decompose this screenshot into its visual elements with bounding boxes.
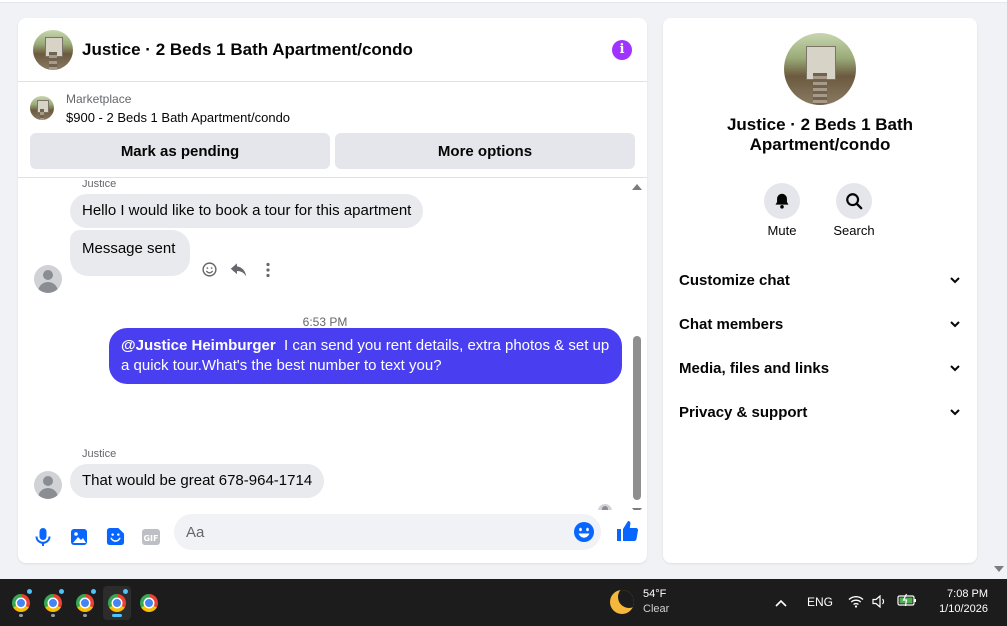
notification-badge [27,589,32,594]
incoming-message[interactable]: Hello I would like to book a tour for th… [70,194,424,228]
marketplace-card: Marketplace $900 - 2 Beds 1 Bath Apartme… [18,82,647,178]
message-input-box[interactable] [174,514,601,550]
chat-info-panel: Justice · 2 Beds 1 Bath Apartment/condo … [663,18,977,563]
reply-icon[interactable] [229,260,248,279]
section-label: Customize chat [679,271,790,289]
notification-badge [59,589,64,594]
photo-icon[interactable] [67,525,91,549]
running-indicator [51,614,55,617]
taskbar-chrome-app[interactable] [39,586,67,620]
clock-time: 7:08 PM [947,588,988,600]
message-input[interactable] [186,523,566,541]
info-title: Justice · 2 Beds 1 Bath Apartment/condo [726,115,914,154]
chevron-down-icon [949,362,961,374]
notification-badge [123,589,128,594]
react-icon[interactable] [200,260,219,279]
svg-text:GIF: GIF [143,534,158,543]
mention[interactable]: @Justice Heimburger [121,337,276,354]
chevron-down-icon [949,406,961,418]
chrome-icon [140,594,158,612]
sticker-icon[interactable] [103,525,127,549]
sender-name: Justice [82,180,117,190]
section-label: Media, files and links [679,359,830,377]
scroll-up-arrow-icon[interactable] [632,184,642,190]
info-icon[interactable]: i [612,39,632,60]
emoji-icon[interactable] [573,521,595,543]
listing-thumbnail[interactable] [30,96,54,120]
chrome-icon [12,594,30,612]
chat-title[interactable]: Justice · 2 Beds 1 Bath Apartment/condo [82,40,612,60]
clock-date: 1/10/2026 [939,603,988,615]
notification-badge [91,589,96,594]
taskbar-chrome-app[interactable] [135,586,163,620]
more-vertical-icon[interactable] [258,260,277,279]
sender-name: Justice [82,448,117,460]
clock[interactable]: 7:08 PM 1/10/2026 [928,587,988,617]
weather-desc: Clear [643,603,670,615]
info-listing-avatar[interactable] [784,33,856,105]
chrome-icon [44,594,62,612]
running-indicator [19,614,23,617]
wifi-icon[interactable] [848,595,864,611]
volume-icon[interactable] [872,594,888,611]
listing-avatar[interactable] [33,29,73,70]
bell-icon[interactable] [764,183,800,219]
chevron-down-icon [949,318,961,330]
search-action[interactable]: Search [824,183,884,238]
language-indicator[interactable]: ENG [807,595,833,609]
taskbar-chrome-app[interactable] [71,586,99,620]
more-options-button[interactable]: More options [335,133,635,169]
search-label: Search [833,223,875,238]
weather-widget[interactable]: 54°F Clear [610,587,669,617]
battery-charging-icon[interactable] [897,593,917,610]
mark-as-pending-button[interactable]: Mark as pending [30,133,330,169]
taskbar-chrome-app-active[interactable] [103,586,131,620]
gif-icon[interactable]: GIF [139,525,163,549]
chrome-icon [108,594,126,612]
chevron-up-icon[interactable] [775,596,787,610]
chat-header: Justice · 2 Beds 1 Bath Apartment/condo … [18,18,647,82]
like-thumbs-up-icon[interactable] [615,519,639,543]
message-actions [200,260,277,279]
taskbar: 54°F Clear ENG 7:08 PM 1/10/2026 [0,579,1007,626]
scrollbar-thumb[interactable] [633,336,641,500]
section-media-files-links[interactable]: Media, files and links [679,346,961,390]
section-chat-members[interactable]: Chat members [679,302,961,346]
section-label: Privacy & support [679,403,808,421]
message-scrollbar[interactable] [630,180,644,510]
top-border [0,0,1007,3]
sender-avatar[interactable] [34,471,62,499]
chevron-down-icon [949,274,961,286]
message-timestamp: 6:53 PM [302,315,348,329]
composer-bar: GIF [18,510,647,563]
section-label: Chat members [679,315,784,333]
taskbar-chrome-app[interactable] [7,586,35,620]
weather-temp: 54°F [643,588,667,600]
microphone-icon[interactable] [31,525,55,549]
section-privacy-support[interactable]: Privacy & support [679,390,961,434]
message-list[interactable]: Justice Hello I would like to book a tou… [18,180,647,510]
marketplace-label: Marketplace [66,92,132,106]
mute-action[interactable]: Mute [752,183,812,238]
page-scroll-down-arrow-icon[interactable] [994,566,1004,572]
listing-price-title[interactable]: $900 - 2 Beds 1 Bath Apartment/condo [66,109,290,127]
section-customize-chat[interactable]: Customize chat [679,258,961,302]
chrome-icon [76,594,94,612]
search-icon[interactable] [836,183,872,219]
active-indicator [112,614,122,617]
incoming-message[interactable]: That would be great 678-964-1714 [70,464,325,498]
running-indicator [83,614,87,617]
outgoing-message[interactable]: @Justice Heimburger I can send you rent … [109,328,622,384]
mute-label: Mute [767,223,797,238]
sender-avatar[interactable] [34,265,62,293]
incoming-message[interactable]: Message sent [70,230,191,276]
moon-icon [610,590,634,614]
chat-panel: Justice · 2 Beds 1 Bath Apartment/condo … [18,18,647,563]
